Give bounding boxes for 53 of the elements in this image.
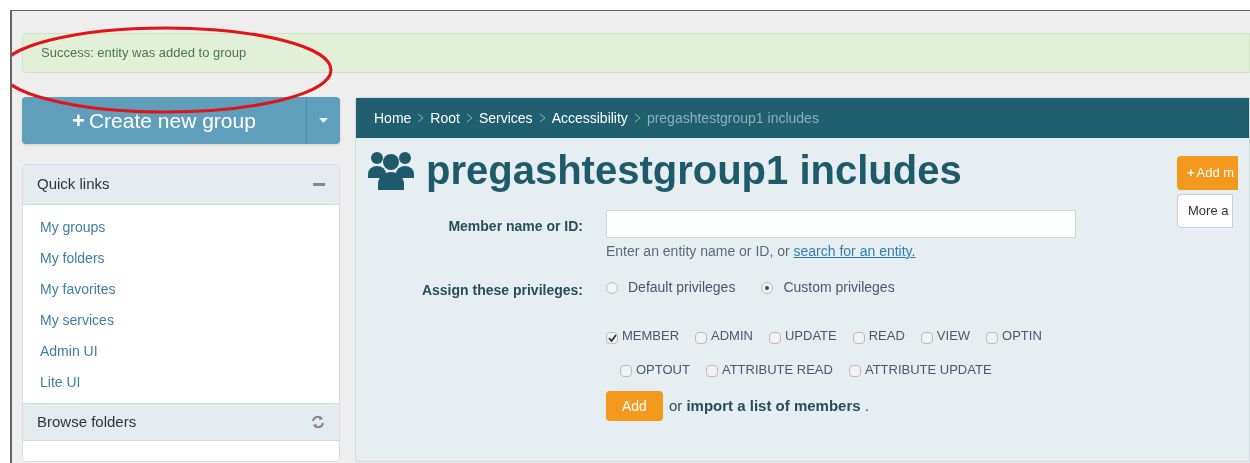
import-text: or import a list of members . xyxy=(668,395,869,416)
checkbox-label: OPTOUT xyxy=(636,360,690,379)
checkbox[interactable] xyxy=(920,331,933,344)
quick-link[interactable]: Admin UI xyxy=(40,341,98,362)
checkbox-label: MEMBER xyxy=(622,327,680,345)
checkbox-label: UPDATE xyxy=(784,327,837,345)
help-text: Enter an entity name or ID, or search for an entity. xyxy=(606,242,917,261)
checkbox-label: ADMIN xyxy=(711,327,753,345)
search-link[interactable]: search for an entity. xyxy=(793,243,916,259)
panel-title: Quick links xyxy=(37,174,110,195)
chevron-icon xyxy=(418,114,424,122)
checkbox[interactable] xyxy=(705,365,718,378)
page-heading: pregashtestgroup1 includes xyxy=(426,150,962,190)
breadcrumb-item[interactable]: Accessibility xyxy=(551,107,628,129)
checkbox[interactable] xyxy=(848,365,861,378)
radio-label: Default privileges xyxy=(628,278,736,297)
checkbox-label: ATTRIBUTE READ xyxy=(721,360,833,379)
caret-icon xyxy=(319,118,328,123)
checkbox-label: ATTRIBUTE UPDATE xyxy=(864,360,992,379)
member-input[interactable] xyxy=(606,210,1076,238)
breadcrumb-item: pregashtestgroup1 includes xyxy=(646,108,819,128)
quick-link[interactable]: My folders xyxy=(40,248,105,269)
checkbox[interactable] xyxy=(620,365,632,378)
users-icon xyxy=(368,150,414,190)
radio-button[interactable] xyxy=(761,281,774,294)
quick-link[interactable]: My favorites xyxy=(40,279,116,300)
breadcrumb-item[interactable]: Services xyxy=(478,107,533,129)
more-actions-button[interactable]: More a xyxy=(1177,194,1234,228)
create-group-button[interactable]: + Create new group xyxy=(22,97,340,144)
refresh-icon[interactable] xyxy=(311,415,325,429)
checkbox[interactable] xyxy=(606,331,618,344)
chevron-icon xyxy=(634,114,640,122)
checkbox-label: VIEW xyxy=(936,327,971,345)
field-label: Member name or ID: xyxy=(447,217,583,236)
checkbox[interactable] xyxy=(768,331,781,344)
checkbox-label: READ xyxy=(868,327,905,345)
quick-link[interactable]: Lite UI xyxy=(40,372,81,393)
panel-title: Browse folders xyxy=(37,411,137,432)
field-label: Assign these privileges: xyxy=(420,281,583,300)
checkbox-label: OPTIN xyxy=(1002,327,1042,345)
breadcrumb-item[interactable]: Root xyxy=(430,107,460,129)
checkbox[interactable] xyxy=(852,331,865,344)
radio-button[interactable] xyxy=(606,281,618,294)
quick-link[interactable]: My services xyxy=(40,310,114,331)
collapse-icon[interactable] xyxy=(313,183,325,186)
radio-label: Custom privileges xyxy=(783,278,895,297)
quick-link[interactable]: My groups xyxy=(40,217,106,238)
breadcrumb-item[interactable]: Home xyxy=(374,107,412,129)
success-message: Success: entity was added to group xyxy=(41,44,247,63)
chevron-icon xyxy=(466,114,472,122)
checkbox[interactable] xyxy=(695,331,708,344)
checkbox[interactable] xyxy=(986,331,999,344)
chevron-icon xyxy=(539,114,545,122)
